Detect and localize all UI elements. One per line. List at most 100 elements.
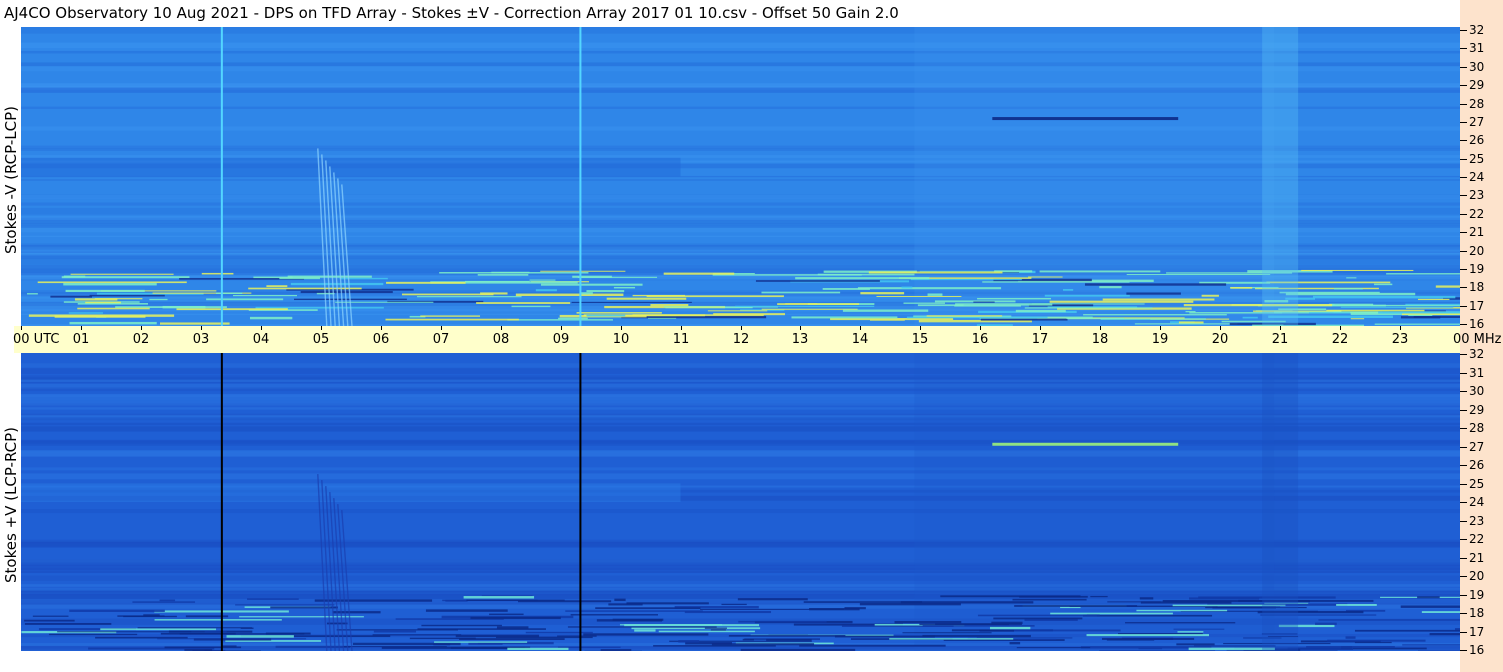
- interference-streak: [233, 294, 297, 297]
- interference-streak: [496, 626, 529, 629]
- time-tick-label: 13: [791, 332, 809, 347]
- frequency-tick-label: 31: [1460, 367, 1484, 379]
- time-tick: [1220, 326, 1221, 330]
- interference-streak: [1139, 597, 1154, 600]
- time-tick: [1400, 326, 1401, 330]
- interference-streak: [1024, 307, 1153, 309]
- band-feature: [992, 117, 1179, 121]
- time-tick-label: 10: [612, 332, 630, 347]
- frequency-tick-label: 24: [1460, 496, 1484, 508]
- frequency-tick-label: 17: [1460, 626, 1484, 638]
- interference-streak: [468, 642, 503, 645]
- interference-streak: [63, 275, 86, 278]
- interference-streak: [1346, 277, 1357, 279]
- interference-streak: [766, 638, 812, 641]
- time-tick-label: 18: [1091, 332, 1109, 347]
- interference-streak: [470, 616, 561, 620]
- interference-streak: [159, 322, 230, 325]
- interference-streak: [32, 615, 69, 617]
- interference-streak: [24, 622, 112, 625]
- interference-streak: [1417, 596, 1440, 599]
- time-tick: [501, 326, 502, 330]
- texture-block: [21, 483, 681, 502]
- interference-streak: [1102, 298, 1215, 301]
- interference-streak: [1099, 286, 1122, 289]
- interference-streak: [507, 319, 613, 321]
- time-end-label: 00 MHz: [1453, 332, 1502, 347]
- interference-streak: [416, 296, 522, 298]
- interference-streak: [159, 599, 176, 602]
- frequency-tick-label: 23: [1460, 515, 1484, 527]
- interference-streak: [386, 281, 466, 284]
- frequency-tick-label: 30: [1460, 385, 1484, 397]
- interference-streak: [1173, 628, 1225, 630]
- interference-streak: [1138, 647, 1163, 650]
- interference-streak: [1378, 311, 1460, 314]
- interference-streak: [876, 295, 962, 297]
- interference-streak: [529, 279, 556, 281]
- interference-streak: [215, 292, 243, 295]
- time-tick-label: 02: [132, 332, 150, 347]
- interference-streak: [100, 628, 217, 631]
- interference-streak: [164, 646, 242, 649]
- interference-streak: [300, 291, 393, 294]
- interference-streak: [1326, 309, 1425, 312]
- time-tick: [141, 326, 142, 330]
- frequency-tick-label: 20: [1460, 245, 1484, 257]
- interference-streak: [608, 603, 643, 606]
- interference-streak: [26, 293, 38, 295]
- interference-streak: [401, 293, 494, 296]
- interference-streak: [1242, 316, 1258, 319]
- interference-streak: [89, 294, 165, 297]
- time-tick: [741, 326, 742, 330]
- spectrogram-top-svg: [21, 27, 1460, 326]
- interference-streak: [982, 281, 1130, 283]
- interference-streak: [154, 619, 282, 621]
- interference-streak: [803, 601, 923, 603]
- texture-column: [1262, 27, 1299, 326]
- interference-streak: [619, 624, 723, 626]
- vertical-line: [579, 27, 582, 326]
- interference-streak: [434, 641, 528, 643]
- time-tick-label: 12: [732, 332, 750, 347]
- interference-streak: [373, 630, 417, 633]
- interference-streak: [600, 649, 632, 651]
- interference-streak: [1019, 595, 1088, 598]
- interference-streak: [463, 596, 535, 599]
- interference-streak: [525, 631, 593, 634]
- interference-streak: [1306, 645, 1395, 649]
- interference-streak: [1083, 314, 1227, 316]
- band-feature: [992, 442, 1179, 446]
- interference-streak: [540, 283, 643, 286]
- interference-streak: [1099, 650, 1216, 651]
- interference-streak: [989, 626, 1031, 630]
- interference-streak: [977, 297, 1052, 300]
- interference-streak: [249, 316, 293, 320]
- interference-streak: [1301, 269, 1414, 272]
- interference-streak: [1016, 647, 1091, 649]
- spectrogram-bottom: [21, 353, 1460, 651]
- panel-bottom-label: Stokes +V (LCP-RCP): [2, 427, 20, 583]
- interference-streak: [571, 301, 692, 303]
- frequency-tick-label: 27: [1460, 116, 1484, 128]
- interference-streak: [1101, 637, 1195, 640]
- time-tick: [381, 326, 382, 330]
- time-tick: [1040, 326, 1041, 330]
- interference-streak: [342, 646, 447, 648]
- interference-streak: [63, 283, 157, 286]
- interference-streak: [738, 620, 827, 623]
- interference-streak: [491, 271, 530, 274]
- interference-streak: [1125, 622, 1236, 624]
- interference-streak: [1402, 644, 1460, 646]
- interference-streak: [795, 277, 930, 280]
- interference-streak: [1050, 612, 1173, 615]
- interference-streak: [822, 288, 870, 290]
- interference-streak: [557, 635, 597, 637]
- interference-streak: [870, 319, 905, 321]
- interference-streak: [1039, 270, 1161, 273]
- frequency-tick-label: 17: [1460, 300, 1484, 312]
- interference-streak: [247, 598, 299, 600]
- interference-streak: [157, 638, 307, 640]
- interference-streak: [791, 316, 898, 319]
- interference-streak: [1134, 323, 1238, 325]
